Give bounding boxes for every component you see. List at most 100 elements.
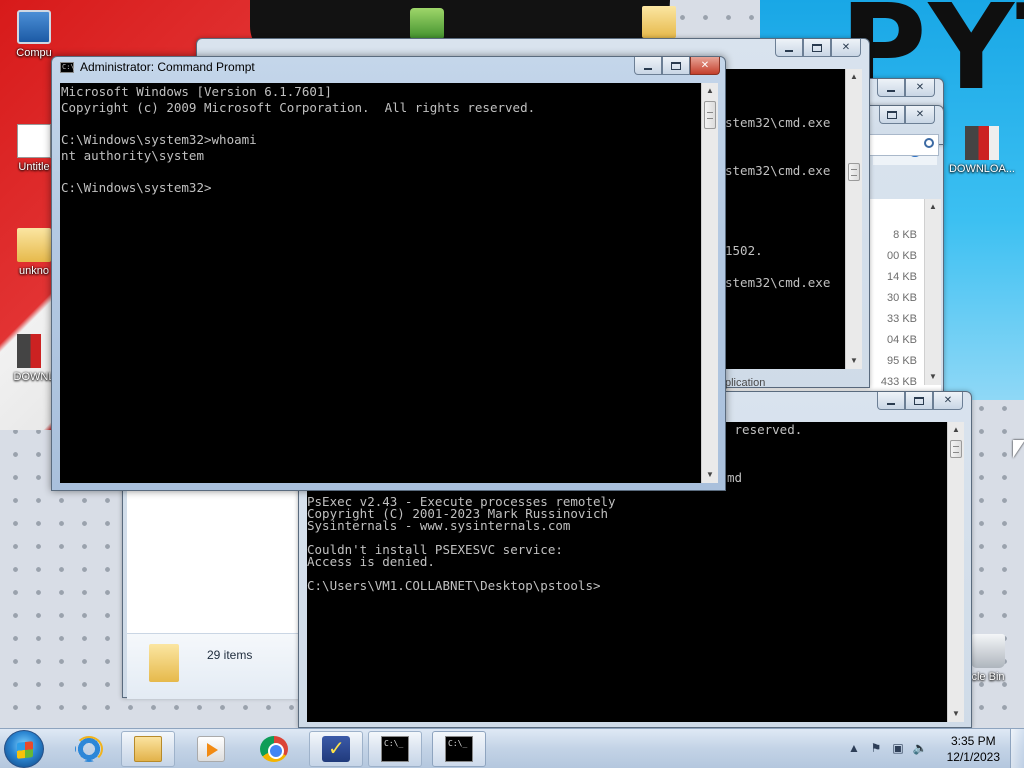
taskbar-windows-explorer[interactable] bbox=[121, 731, 175, 767]
desktop-icon-download-right[interactable]: DOWNLOA... bbox=[946, 126, 1018, 175]
console-line: C:\Windows\system32>whoami bbox=[61, 132, 257, 147]
console-line: nt authority\system bbox=[61, 148, 204, 163]
desktop-icon-computer[interactable]: Compu bbox=[2, 10, 66, 59]
taskbar-cmd-1[interactable]: C:\_ bbox=[368, 731, 422, 767]
close-button[interactable]: ✕ bbox=[905, 106, 935, 124]
explorer-scrollbar[interactable]: ▲ ▼ bbox=[924, 199, 941, 385]
minimize-icon bbox=[887, 402, 895, 405]
scroll-thumb[interactable] bbox=[950, 440, 962, 458]
folder-icon bbox=[134, 736, 162, 762]
notepad-plus-desktop-icon[interactable] bbox=[410, 8, 444, 40]
file-size: 433 KB bbox=[880, 376, 917, 388]
clock[interactable]: 3:35 PM 12/1/2023 bbox=[947, 733, 1000, 765]
document-icon bbox=[17, 124, 51, 158]
download-image-icon bbox=[17, 334, 51, 368]
console-line: Copyright (c) 2009 Microsoft Corporation… bbox=[61, 100, 536, 115]
file-size: 30 KB bbox=[887, 292, 917, 304]
cmd-icon: C:\_ bbox=[381, 736, 409, 762]
scroll-up-arrow[interactable]: ▲ bbox=[846, 69, 862, 85]
folder-icon bbox=[149, 644, 179, 682]
console-output[interactable]: stem32\cmd.exe stem32\cmd.exe 1502. stem… bbox=[725, 69, 845, 369]
chrome-icon bbox=[260, 736, 288, 762]
console-scrollbar[interactable]: ▲ ▼ bbox=[845, 69, 862, 369]
title-bar[interactable]: C:\ Administrator: Command Prompt bbox=[52, 57, 725, 79]
console-scrollbar[interactable]: ▲ ▼ bbox=[701, 83, 718, 483]
maximize-button[interactable] bbox=[905, 392, 933, 410]
cmd-window-active[interactable]: C:\ Administrator: Command Prompt ✕ Micr… bbox=[51, 56, 726, 491]
start-button[interactable] bbox=[4, 730, 44, 768]
maximize-button[interactable] bbox=[803, 39, 831, 57]
window-controls: ✕ bbox=[775, 39, 861, 57]
download-image-icon bbox=[965, 126, 999, 160]
action-center-icon[interactable]: ⚑ bbox=[868, 741, 884, 757]
desktop-icon-label: DOWNLOA... bbox=[948, 163, 1015, 175]
maximize-icon bbox=[812, 43, 822, 52]
maximize-icon bbox=[671, 61, 681, 70]
ie-icon bbox=[75, 736, 103, 762]
scroll-thumb[interactable] bbox=[704, 101, 716, 129]
restore-button[interactable] bbox=[879, 106, 905, 124]
taskbar-internet-explorer[interactable] bbox=[62, 731, 116, 767]
console-output[interactable]: Microsoft Windows [Version 6.1.7601] Copy… bbox=[60, 83, 701, 483]
taskbar: C:\_ C:\_ ▲ ⚑ ▣ 🔈 3:35 PM 12/1/2023 bbox=[0, 728, 1024, 768]
scroll-up-arrow[interactable]: ▲ bbox=[948, 422, 964, 438]
taskbar-media-player[interactable] bbox=[184, 731, 238, 767]
scroll-down-arrow[interactable]: ▼ bbox=[925, 369, 941, 385]
media-player-icon bbox=[197, 736, 225, 762]
close-button[interactable]: ✕ bbox=[690, 57, 720, 75]
explorer-window-2[interactable]: ✕ bbox=[860, 105, 944, 156]
window-controls: ✕ bbox=[879, 106, 935, 124]
file-size: 95 KB bbox=[887, 355, 917, 367]
taskbar-notepad-plus[interactable] bbox=[309, 731, 363, 767]
minimize-button[interactable] bbox=[634, 57, 662, 75]
taskbar-chrome[interactable] bbox=[247, 731, 301, 767]
recycle-bin-icon bbox=[971, 634, 1005, 668]
search-icon bbox=[924, 138, 934, 148]
maximize-icon bbox=[887, 110, 897, 119]
scroll-down-arrow[interactable]: ▼ bbox=[948, 706, 964, 722]
scroll-down-arrow[interactable]: ▼ bbox=[702, 467, 718, 483]
network-icon[interactable]: ▣ bbox=[890, 741, 906, 757]
file-size: 33 KB bbox=[887, 313, 917, 325]
search-box[interactable] bbox=[865, 134, 939, 156]
show-hidden-icons-icon[interactable]: ▲ bbox=[846, 741, 862, 757]
close-button[interactable]: ✕ bbox=[933, 392, 963, 410]
window-controls: ✕ bbox=[877, 392, 963, 410]
minimize-button[interactable] bbox=[775, 39, 803, 57]
scroll-up-arrow[interactable]: ▲ bbox=[925, 199, 941, 215]
maximize-icon bbox=[914, 396, 924, 405]
mouse-cursor bbox=[1013, 440, 1024, 458]
show-desktop-button[interactable] bbox=[1010, 729, 1024, 768]
volume-muted-icon[interactable]: 🔈 bbox=[912, 741, 928, 757]
desktop-icon-label: unkno bbox=[19, 265, 49, 277]
minimize-button[interactable] bbox=[877, 79, 905, 97]
close-button[interactable]: ✕ bbox=[831, 39, 861, 57]
desktop: PYT Compu Untitle unkno DOWNL DOWNLOA...… bbox=[0, 0, 1024, 728]
desktop-icon-label: cle Bin bbox=[971, 671, 1005, 683]
scroll-thumb[interactable] bbox=[848, 163, 860, 181]
minimize-button[interactable] bbox=[877, 392, 905, 410]
scroll-down-arrow[interactable]: ▼ bbox=[846, 353, 862, 369]
console-line: stem32\cmd.exe bbox=[725, 163, 831, 178]
console-line: C:\Windows\system32> bbox=[61, 180, 212, 195]
notepad-plus-icon bbox=[322, 736, 350, 762]
file-size: 04 KB bbox=[887, 334, 917, 346]
folder-desktop-icon[interactable] bbox=[642, 6, 676, 38]
taskbar-cmd-2[interactable]: C:\_ bbox=[432, 731, 486, 767]
console-line: stem32\cmd.exe bbox=[725, 275, 831, 290]
window-controls: ✕ bbox=[877, 79, 935, 97]
scroll-up-arrow[interactable]: ▲ bbox=[702, 83, 718, 99]
console-scrollbar[interactable]: ▲ ▼ bbox=[947, 422, 964, 722]
maximize-button[interactable] bbox=[662, 57, 690, 75]
console-line: stem32\cmd.exe bbox=[725, 115, 831, 130]
desktop-icon-label: DOWNL bbox=[13, 371, 55, 383]
close-button[interactable]: ✕ bbox=[905, 79, 935, 97]
console-line: Access is denied. bbox=[307, 554, 435, 569]
console-line: Sysinternals - www.sysinternals.com bbox=[307, 518, 571, 533]
